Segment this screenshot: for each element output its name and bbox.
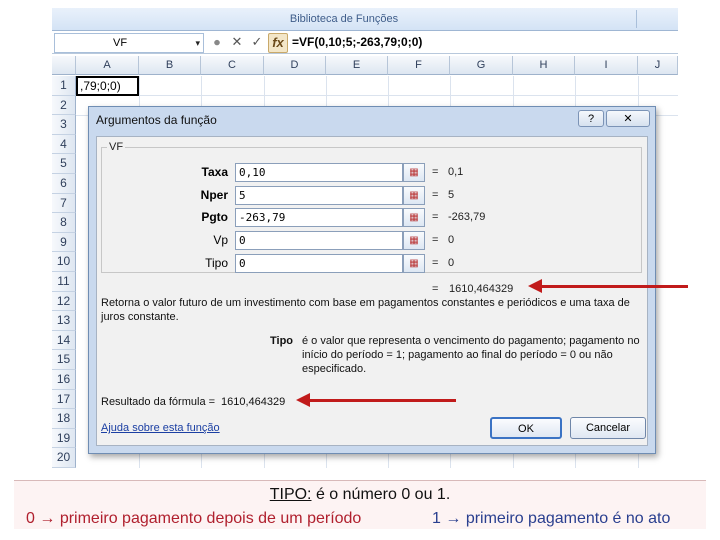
- ribbon-separator: [636, 10, 677, 28]
- chevron-down-icon[interactable]: ▾: [195, 34, 200, 52]
- caption-option-0: 0 → primeiro pagamento depois de um perí…: [26, 510, 361, 528]
- caption-tipo-label: TIPO:: [269, 486, 312, 503]
- row-header-17[interactable]: 17: [52, 389, 76, 410]
- collapse-dialog-icon[interactable]: ▦: [403, 254, 425, 273]
- caption-option-0-text: primeiro pagamento depois de um período: [59, 510, 362, 527]
- arg-result-vp: 0: [448, 234, 455, 246]
- formula-result-value: 1610,464329: [221, 396, 286, 408]
- arg-input-taxa[interactable]: 0,10: [235, 163, 403, 182]
- help-button[interactable]: ?: [578, 110, 604, 127]
- cancel-formula-icon[interactable]: ✕: [228, 33, 246, 51]
- arg-label-vp: Vp: [213, 233, 228, 247]
- row-header-6[interactable]: 6: [52, 174, 76, 194]
- row-header-1[interactable]: 1: [52, 76, 76, 96]
- arg-result-tipo: 0: [448, 257, 455, 269]
- caption-line-1: TIPO: é o número 0 ou 1.: [14, 486, 706, 504]
- column-header-b[interactable]: B: [139, 56, 201, 75]
- ok-button[interactable]: OK: [490, 417, 562, 439]
- cancel-button[interactable]: Cancelar: [570, 417, 646, 439]
- annotation-arrow-line: [306, 399, 456, 402]
- row-header-10[interactable]: 10: [52, 252, 76, 272]
- equals-sign: =: [432, 283, 439, 295]
- arrow-right-icon: →: [39, 510, 56, 527]
- equals-sign: =: [432, 234, 439, 246]
- caption-option-0-number: 0: [26, 510, 35, 527]
- equals-sign: =: [432, 189, 439, 201]
- enter-formula-icon[interactable]: ✓: [248, 33, 266, 51]
- arg-label-nper: Nper: [200, 188, 228, 202]
- name-box[interactable]: VF ▾: [54, 33, 204, 53]
- equals-sign: =: [432, 166, 439, 178]
- arg-label-taxa: Taxa: [201, 165, 228, 179]
- formula-input[interactable]: =VF(0,10;5;-263,79;0;0): [292, 33, 422, 51]
- arg-help-label: Tipo: [270, 335, 294, 347]
- column-header-a[interactable]: A: [76, 56, 139, 75]
- formula-result-label: Resultado da fórmula =: [101, 396, 216, 408]
- row-header-4[interactable]: 4: [52, 134, 76, 155]
- overall-result: 1610,464329: [449, 283, 514, 295]
- annotation-arrow-head-icon: [296, 393, 310, 407]
- row-header-15[interactable]: 15: [52, 350, 76, 370]
- row-header-20[interactable]: 20: [52, 448, 76, 468]
- column-header-c[interactable]: C: [201, 56, 264, 75]
- arrow-right-icon: →: [445, 510, 462, 527]
- row-header-2[interactable]: 2: [52, 95, 76, 116]
- name-box-value: VF: [113, 37, 128, 49]
- ribbon-group-label[interactable]: Biblioteca de Funções: [54, 10, 634, 28]
- column-header-j[interactable]: J: [638, 56, 678, 75]
- arg-input-vp[interactable]: 0: [235, 231, 403, 250]
- gridline: [76, 95, 678, 96]
- column-header-f[interactable]: F: [388, 56, 450, 75]
- column-header-i[interactable]: I: [575, 56, 638, 75]
- insert-function-icon[interactable]: fx: [268, 33, 288, 53]
- arg-help-text: é o valor que representa o vencimento do…: [302, 335, 640, 375]
- arg-input-nper[interactable]: 5: [235, 186, 403, 205]
- row-header-9[interactable]: 9: [52, 232, 76, 253]
- column-header-h[interactable]: H: [513, 56, 575, 75]
- column-header-d[interactable]: D: [264, 56, 326, 75]
- caption-option-1: 1 → primeiro pagamento é no ato: [432, 510, 670, 528]
- annotation-arrow-line: [540, 285, 688, 288]
- column-header-g[interactable]: G: [450, 56, 513, 75]
- dialog-title: Argumentos da função: [96, 113, 217, 127]
- collapse-dialog-icon[interactable]: ▦: [403, 186, 425, 205]
- row-header-3[interactable]: 3: [52, 115, 76, 135]
- annotation-arrow-head-icon: [528, 279, 542, 293]
- function-description: Retorna o valor futuro de um investiment…: [101, 297, 630, 323]
- equals-sign: =: [432, 211, 439, 223]
- row-header-5[interactable]: 5: [52, 154, 76, 174]
- help-link[interactable]: Ajuda sobre esta função: [101, 422, 220, 434]
- arg-result-taxa: 0,1: [448, 166, 464, 178]
- arg-input-pgto[interactable]: -263,79: [235, 208, 403, 227]
- collapse-dialog-icon[interactable]: ▦: [403, 163, 425, 182]
- drag-handle-icon[interactable]: ⦁: [208, 33, 226, 51]
- column-header-e[interactable]: E: [326, 56, 388, 75]
- function-name-label: VF: [107, 141, 126, 153]
- row-header-16[interactable]: 16: [52, 370, 76, 390]
- row-header-7[interactable]: 7: [52, 193, 76, 214]
- caption-option-1-text: primeiro pagamento é no ato: [465, 510, 671, 527]
- row-header-18[interactable]: 18: [52, 409, 76, 429]
- select-all-corner[interactable]: [52, 56, 76, 75]
- equals-sign: =: [432, 257, 439, 269]
- arg-label-tipo: Tipo: [205, 256, 228, 270]
- close-button[interactable]: ✕: [606, 110, 650, 127]
- collapse-dialog-icon[interactable]: ▦: [403, 231, 425, 250]
- active-cell-a1[interactable]: ,79;0;0): [76, 76, 139, 96]
- row-header-13[interactable]: 13: [52, 311, 76, 331]
- arg-label-pgto: Pgto: [201, 210, 228, 224]
- row-header-11[interactable]: 11: [52, 272, 76, 292]
- arg-input-tipo[interactable]: 0: [235, 254, 403, 273]
- arg-result-nper: 5: [448, 189, 455, 201]
- row-header-19[interactable]: 19: [52, 428, 76, 449]
- row-header-14[interactable]: 14: [52, 330, 76, 351]
- collapse-dialog-icon[interactable]: ▦: [403, 208, 425, 227]
- caption-option-1-number: 1: [432, 510, 441, 527]
- arg-result-pgto: -263,79: [448, 211, 486, 223]
- row-header-12[interactable]: 12: [52, 291, 76, 312]
- row-header-8[interactable]: 8: [52, 213, 76, 233]
- caption-tipo-text: é o número 0 ou 1.: [315, 486, 451, 503]
